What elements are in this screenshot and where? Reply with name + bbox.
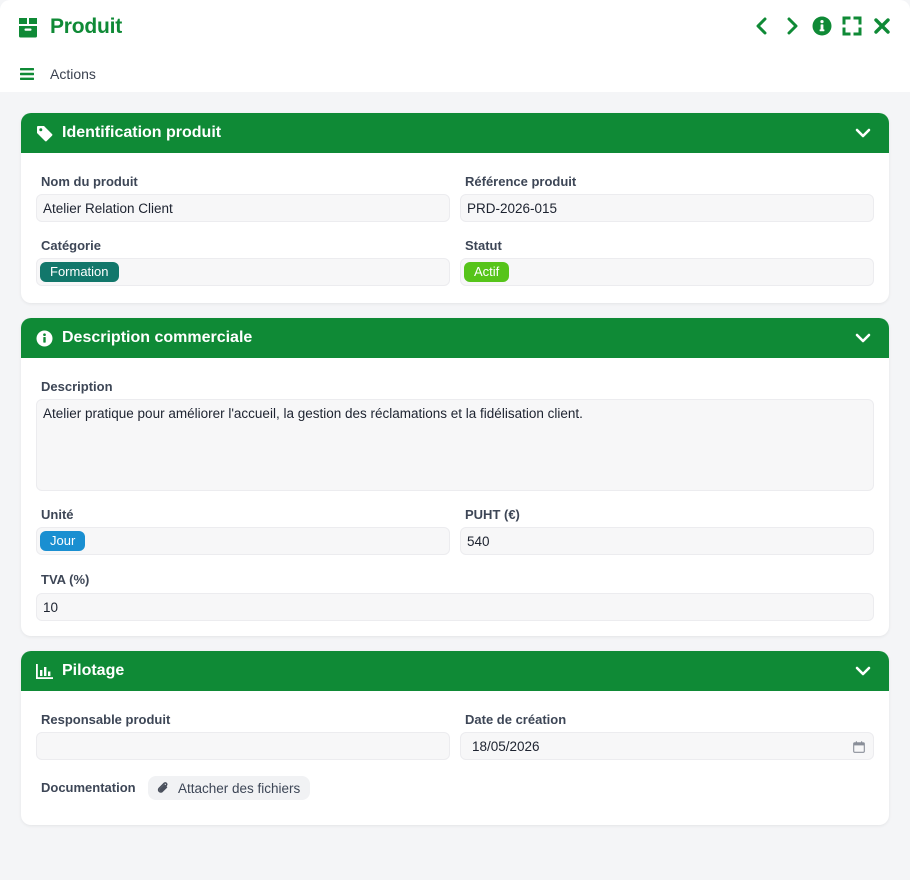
chevron-down-icon[interactable] (855, 125, 871, 141)
product-name-value: Atelier Relation Client (43, 200, 173, 216)
description-value: Atelier pratique pour améliorer l'accuei… (43, 406, 583, 421)
unit-badge: Jour (40, 531, 86, 551)
puht-field[interactable]: 540 (460, 527, 874, 555)
box-icon (19, 18, 37, 38)
tva-value: 10 (43, 599, 59, 615)
attach-files-label: Attacher des fichiers (178, 780, 301, 796)
product-reference-label: Référence produit (465, 174, 577, 189)
menu-icon (20, 68, 34, 80)
category-badge: Formation (40, 262, 119, 282)
section-pilotage-header[interactable]: Pilotage (21, 651, 889, 691)
owner-field[interactable] (36, 732, 450, 760)
tag-icon (35, 124, 53, 142)
unit-field[interactable]: Jour (36, 527, 450, 555)
chevron-down-icon[interactable] (855, 330, 871, 346)
section-title: Identification produit (62, 124, 222, 141)
creation-date-field[interactable]: 18/05/2026 (460, 732, 874, 760)
status-label: Statut (465, 238, 502, 253)
section-identification: Identification produit Nom du produit At… (21, 113, 889, 303)
creation-date-label: Date de création (465, 712, 567, 727)
tva-field[interactable]: 10 (36, 593, 874, 621)
actions-label: Actions (50, 66, 96, 82)
creation-date-value: 18/05/2026 (472, 738, 540, 754)
product-reference-value: PRD-2026-015 (467, 200, 558, 216)
product-name-field[interactable]: Atelier Relation Client (36, 194, 450, 222)
section-commercial: Description commerciale Description Atel… (21, 318, 889, 636)
section-title: Description commerciale (62, 329, 253, 346)
info-icon[interactable] (812, 15, 832, 37)
chevron-down-icon[interactable] (855, 663, 871, 679)
description-label: Description (41, 379, 113, 394)
documentation-label: Documentation (41, 780, 136, 795)
section-identification-header[interactable]: Identification produit (21, 113, 889, 153)
window-controls (752, 14, 892, 38)
puht-label: PUHT (€) (465, 507, 520, 522)
section-pilotage: Pilotage Responsable produit Date de cré… (21, 651, 889, 825)
fullscreen-icon[interactable] (842, 15, 862, 37)
chevron-left-icon[interactable] (752, 15, 772, 37)
product-name-label: Nom du produit (41, 174, 138, 189)
category-field[interactable]: Formation (36, 258, 450, 286)
product-window: Produit Actions Identification produit N… (0, 0, 910, 880)
chevron-right-icon[interactable] (782, 15, 802, 37)
calendar-icon[interactable] (853, 741, 865, 753)
section-title: Pilotage (62, 662, 125, 679)
close-icon[interactable] (872, 15, 892, 37)
category-label: Catégorie (41, 238, 101, 253)
owner-label: Responsable produit (41, 712, 171, 727)
product-reference-field[interactable]: PRD-2026-015 (460, 194, 874, 222)
info-circle-icon (35, 329, 53, 347)
bar-chart-icon (35, 662, 53, 680)
status-badge: Actif (464, 262, 510, 282)
top-bar: Produit Actions (0, 0, 910, 92)
description-textarea[interactable]: Atelier pratique pour améliorer l'accuei… (36, 399, 874, 491)
attach-files-button[interactable]: Attacher des fichiers (148, 776, 311, 800)
tva-label: TVA (%) (41, 572, 90, 587)
window-title-row: Produit (16, 12, 122, 42)
actions-menu[interactable]: Actions (20, 64, 96, 84)
section-commercial-header[interactable]: Description commerciale (21, 318, 889, 358)
unit-label: Unité (41, 507, 74, 522)
window-title: Produit (50, 15, 123, 38)
paperclip-icon (157, 782, 168, 793)
puht-value: 540 (467, 533, 490, 549)
status-field[interactable]: Actif (460, 258, 874, 286)
